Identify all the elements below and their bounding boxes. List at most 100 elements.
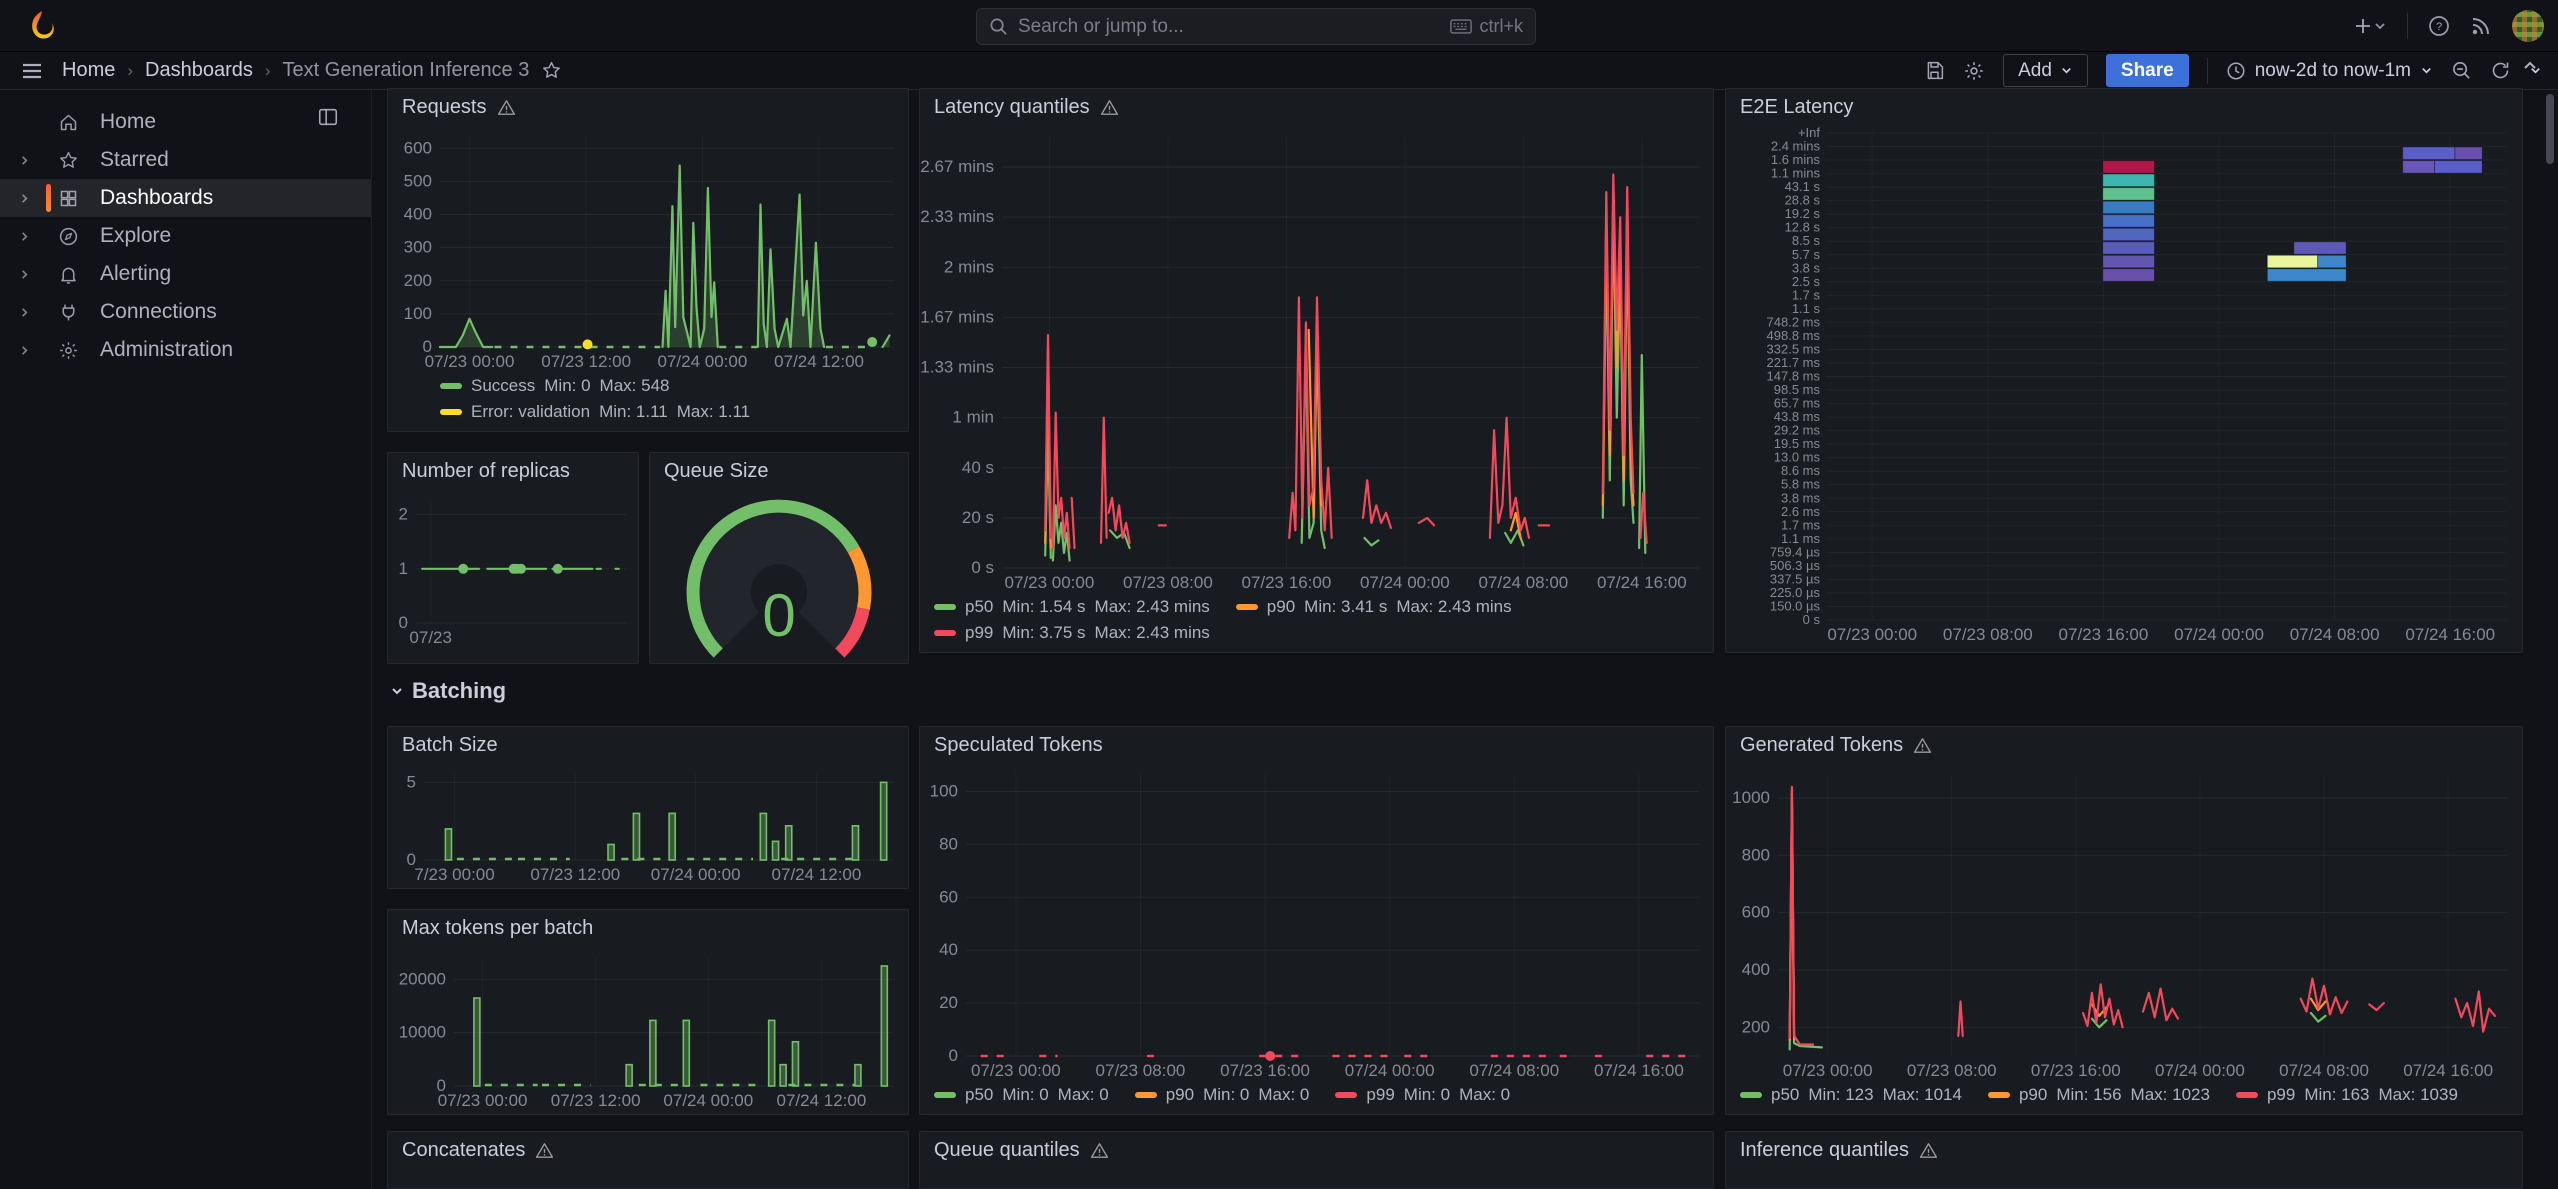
save-dashboard-button[interactable] — [1924, 60, 1945, 81]
legend-item[interactable]: Error: validation Min: 1.11 Max: 1.11 — [440, 402, 750, 422]
bell-icon — [58, 264, 79, 285]
help-button[interactable]: ? — [2428, 15, 2450, 37]
chevron-right-icon[interactable] — [18, 344, 31, 357]
svg-text:1000: 1000 — [1732, 788, 1770, 807]
svg-text:0 s: 0 s — [971, 558, 994, 577]
breadcrumb-home[interactable]: Home — [62, 59, 115, 82]
svg-text:1 min: 1 min — [952, 408, 994, 427]
mega-menu-button[interactable] — [20, 59, 44, 83]
svg-text:07/23 08:00: 07/23 08:00 — [1943, 625, 2033, 644]
add-button[interactable]: Add — [2003, 54, 2088, 87]
home-icon — [58, 112, 79, 133]
search-input[interactable]: Search or jump to... ctrl+k — [976, 8, 1536, 45]
panel-title[interactable]: Number of replicas — [402, 460, 570, 483]
refresh-button[interactable] — [2490, 60, 2511, 81]
warning-icon[interactable] — [1919, 1141, 1938, 1160]
sidebar-item-administration[interactable]: Administration — [0, 331, 371, 369]
panel-title[interactable]: Max tokens per batch — [402, 917, 593, 940]
heatmap-cell — [2102, 241, 2155, 255]
legend-item[interactable]: p99 Min: 163 Max: 1039 — [2235, 1085, 2458, 1105]
legend-item[interactable]: p50 Min: 1.54 s Max: 2.43 mins — [934, 597, 1210, 617]
warning-icon[interactable] — [535, 1141, 554, 1160]
grafana-logo[interactable] — [26, 10, 58, 42]
svg-text:0 s: 0 s — [1803, 612, 1821, 627]
chevron-right-icon[interactable] — [18, 154, 31, 167]
data-point — [1265, 1051, 1276, 1061]
search-icon — [990, 18, 1007, 35]
chevron-down-icon — [2422, 68, 2431, 74]
legend-item[interactable]: p90 Min: 3.41 s Max: 2.43 mins — [1235, 597, 1512, 617]
time-range-picker[interactable]: now-2d to now-1m — [2226, 60, 2433, 82]
queue_size-chart: 0 — [686, 499, 872, 658]
legend-item[interactable]: p99 Min: 3.75 s Max: 2.43 mins — [934, 623, 1210, 643]
zoom-out-time-button[interactable] — [2451, 60, 2472, 81]
legend-item[interactable]: Success Min: 0 Max: 548 — [440, 376, 669, 396]
breadcrumb-dashboards[interactable]: Dashboards — [145, 59, 253, 82]
svg-text:20000: 20000 — [399, 969, 446, 988]
news-button[interactable] — [2470, 15, 2492, 37]
panel-title[interactable]: Batch Size — [402, 734, 498, 757]
sidebar-item-alerting[interactable]: Alerting — [0, 255, 371, 293]
bar — [632, 812, 641, 861]
warning-icon[interactable] — [1090, 1141, 1109, 1160]
panel-title[interactable]: Concatenates — [402, 1139, 525, 1162]
legend-item[interactable]: p90 Min: 0 Max: 0 — [1134, 1085, 1309, 1105]
svg-text:60: 60 — [939, 887, 958, 906]
legend-item[interactable]: p50 Min: 0 Max: 0 — [934, 1085, 1109, 1105]
sidebar-item-starred[interactable]: Starred — [0, 141, 371, 179]
legend-item[interactable]: p90 Min: 156 Max: 1023 — [1987, 1085, 2210, 1105]
panel-title[interactable]: Inference quantiles — [1740, 1139, 1909, 1162]
sidebar-item-explore[interactable]: Explore — [0, 217, 371, 255]
panel-title[interactable]: Generated Tokens — [1740, 734, 1903, 757]
sidebar-list: Home Starred Dashboards Explore Alerting… — [0, 103, 371, 369]
section-batching[interactable]: Batching — [390, 678, 506, 704]
panel-generated-tokens: Generated Tokens 1000 800 600 400 200 07/23 00… — [1725, 726, 2523, 1115]
panel-title[interactable]: Queue Size — [664, 460, 769, 483]
panel-title[interactable]: E2E Latency — [1740, 96, 1853, 119]
scrollbar-thumb[interactable] — [2546, 94, 2554, 164]
chevron-down-icon — [2375, 23, 2385, 30]
breadcrumb: Home › Dashboards › Text Generation Infe… — [62, 59, 562, 82]
svg-text:07/23: 07/23 — [409, 628, 452, 647]
rss-icon — [2472, 18, 2489, 35]
legend-item[interactable]: p50 Min: 123 Max: 1014 — [1740, 1085, 1962, 1105]
requests-chart: 600500400300200100007/23 00:00 07/23 12:0… — [404, 135, 894, 371]
bar — [444, 828, 453, 861]
svg-text:800: 800 — [1742, 845, 1770, 864]
legend-item[interactable]: p99 Min: 0 Max: 0 — [1335, 1085, 1510, 1105]
svg-text:07/24 16:00: 07/24 16:00 — [2405, 625, 2495, 644]
breadcrumb-separator: › — [127, 60, 134, 80]
svg-text:1.67 mins: 1.67 mins — [920, 307, 994, 326]
svg-text:200: 200 — [404, 271, 432, 290]
scrollbar[interactable] — [2544, 90, 2556, 1189]
panel-title[interactable]: Speculated Tokens — [934, 734, 1103, 757]
svg-text:07/24 12:00: 07/24 12:00 — [772, 865, 862, 884]
warning-icon[interactable] — [497, 98, 516, 117]
chevron-right-icon[interactable] — [18, 268, 31, 281]
heatmap-cell — [2317, 254, 2347, 269]
favorite-star-icon[interactable] — [541, 60, 562, 81]
heatmap-cell — [2402, 146, 2456, 161]
data-point — [582, 339, 593, 350]
dashboard-settings-button[interactable] — [1963, 60, 1985, 82]
warning-icon[interactable] — [1100, 98, 1119, 117]
new-button[interactable] — [2353, 16, 2387, 36]
sidebar-item-connections[interactable]: Connections — [0, 293, 371, 331]
panel-title[interactable]: Queue quantiles — [934, 1139, 1080, 1162]
avatar[interactable] — [2512, 10, 2544, 42]
chevron-right-icon[interactable] — [18, 230, 31, 243]
warning-icon[interactable] — [1913, 736, 1932, 755]
panel-queue-quantiles: Queue quantiles — [919, 1131, 1714, 1189]
panel-title[interactable]: Requests — [402, 96, 487, 119]
sidebar-item-home[interactable]: Home — [0, 103, 371, 141]
bar — [791, 1040, 800, 1087]
bar — [779, 1063, 787, 1087]
chevron-right-icon[interactable] — [18, 192, 31, 205]
chevron-right-icon[interactable] — [18, 306, 31, 319]
svg-text:07/24 08:00: 07/24 08:00 — [1469, 1061, 1559, 1080]
collapse-toolbar-button[interactable] — [2522, 58, 2538, 79]
panel-title[interactable]: Latency quantiles — [934, 96, 1090, 119]
breadcrumb-current: Text Generation Inference 3 — [282, 59, 530, 81]
sidebar-item-dashboards[interactable]: Dashboards — [0, 179, 371, 217]
share-button[interactable]: Share — [2105, 54, 2189, 87]
